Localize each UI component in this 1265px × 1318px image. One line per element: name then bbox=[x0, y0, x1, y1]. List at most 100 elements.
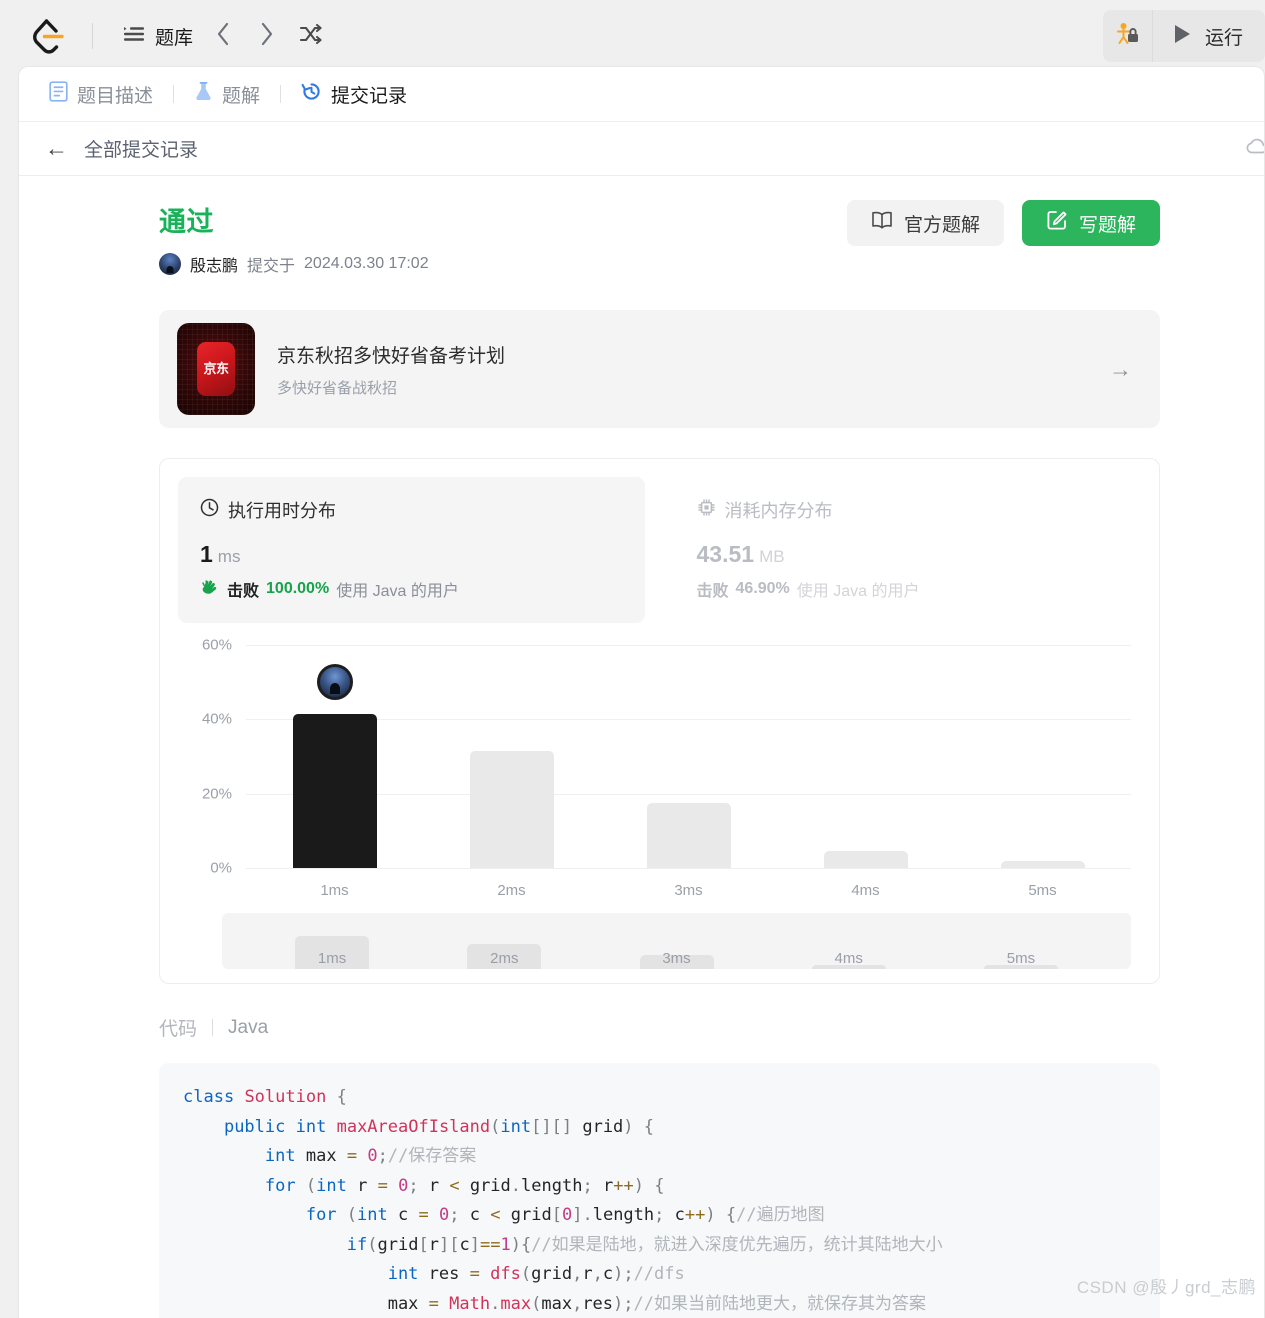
write-solution-label: 写题解 bbox=[1078, 214, 1136, 236]
chevron-left-icon bbox=[214, 21, 232, 52]
promo-banner[interactable]: 京东 京东秋招多快好省备考计划 多快好省备战秋招 → bbox=[159, 310, 1160, 428]
chart-x-tick: 2ms bbox=[497, 882, 526, 899]
submitter-username[interactable]: 殷志鹏 bbox=[190, 252, 238, 276]
runtime-value-row: 1 ms bbox=[200, 541, 623, 568]
problemset-button[interactable]: 题库 bbox=[115, 17, 201, 56]
chart-bar-column[interactable] bbox=[246, 645, 423, 868]
chevron-right-icon bbox=[258, 21, 276, 52]
tab-description[interactable]: 题目描述 bbox=[45, 79, 157, 110]
stats-tabs: 执行用时分布 1 ms 击败 100.00% 使用 Java 的用户 消耗内存分… bbox=[178, 477, 1141, 623]
description-icon bbox=[49, 81, 68, 107]
chart-x-tick: 3ms bbox=[674, 882, 703, 899]
chart-bar[interactable] bbox=[292, 713, 377, 868]
submitted-timestamp: 2024.03.30 17:02 bbox=[304, 255, 429, 272]
chart-bar[interactable] bbox=[646, 802, 731, 868]
run-button[interactable]: 运行 bbox=[1153, 10, 1265, 62]
tab-solutions[interactable]: 题解 bbox=[190, 79, 264, 110]
debug-lock-icon bbox=[1114, 21, 1140, 52]
runtime-unit: ms bbox=[217, 547, 241, 566]
tab-bar: 题目描述 题解 提交记录 bbox=[19, 67, 1264, 122]
submitter-row: 殷志鹏 提交于 2024.03.30 17:02 bbox=[159, 252, 429, 276]
brush-bar-column[interactable]: 3ms bbox=[590, 921, 762, 969]
tab-divider bbox=[173, 85, 175, 103]
user-avatar-marker bbox=[316, 663, 353, 700]
runtime-header: 执行用时分布 bbox=[200, 497, 623, 523]
chip-icon bbox=[697, 498, 716, 522]
promo-text: 京东秋招多快好省备考计划 多快好省备战秋招 bbox=[277, 341, 1109, 398]
brush-bar-column[interactable]: 4ms bbox=[763, 921, 935, 969]
clock-icon bbox=[200, 498, 219, 522]
brush-bar-column[interactable]: 1ms bbox=[246, 921, 418, 969]
brush-bar-label: 3ms bbox=[662, 950, 691, 967]
runtime-header-label: 执行用时分布 bbox=[228, 501, 336, 521]
submissions-subheader: ← 全部提交记录 bbox=[19, 122, 1264, 176]
chart-x-tick: 4ms bbox=[851, 882, 880, 899]
arrow-left-icon[interactable]: ← bbox=[45, 137, 68, 160]
official-solution-label: 官方题解 bbox=[903, 214, 980, 236]
submitted-prefix: 提交于 bbox=[247, 258, 296, 275]
write-solution-button[interactable]: 写题解 bbox=[1021, 200, 1160, 246]
chart-bar[interactable] bbox=[1000, 860, 1085, 868]
code-language[interactable]: Java bbox=[228, 1017, 268, 1039]
chart-x-tick: 1ms bbox=[320, 882, 349, 899]
verdict-block: 通过 殷志鹏 提交于 2024.03.30 17:02 bbox=[159, 200, 429, 276]
brush-bar-column[interactable]: 5ms bbox=[935, 921, 1107, 969]
chart-bar[interactable] bbox=[469, 750, 554, 868]
promo-title: 京东秋招多快好省备考计划 bbox=[277, 345, 506, 367]
code-block[interactable]: class Solution { public int maxAreaOfIsl… bbox=[159, 1063, 1160, 1318]
brush-bars: 1ms 2ms 3ms 4ms 5ms bbox=[246, 921, 1107, 969]
brush-bar-column[interactable]: 2ms bbox=[418, 921, 590, 969]
memory-stat-tab[interactable]: 消耗内存分布 43.51 MB 击败 46.90% 使用 Java 的用户 bbox=[675, 477, 1142, 623]
edit-pencil-icon bbox=[1046, 209, 1068, 237]
chart-bar-column[interactable] bbox=[954, 645, 1131, 868]
code-header-divider bbox=[212, 1019, 214, 1036]
memory-beat-row: 击败 46.90% 使用 Java 的用户 bbox=[697, 577, 1120, 601]
arrow-right-icon[interactable]: → bbox=[1109, 356, 1132, 383]
run-group: 运行 bbox=[1102, 10, 1265, 62]
memory-header-label: 消耗内存分布 bbox=[724, 501, 833, 521]
brush-bar-label: 1ms bbox=[317, 950, 347, 967]
memory-beat-suffix: 使用 Java 的用户 bbox=[796, 583, 920, 600]
tab-submissions[interactable]: 提交记录 bbox=[297, 79, 411, 110]
runtime-distribution-chart: 0% 20% 40% 60% 1ms 2ms 3ms 4ms 5ms bbox=[178, 633, 1141, 913]
runtime-beat-suffix: 使用 Java 的用户 bbox=[336, 583, 459, 600]
prev-problem-button[interactable] bbox=[201, 16, 245, 56]
memory-beat-percent: 46.90% bbox=[735, 580, 790, 597]
top-header-bar: 题库 运行 bbox=[0, 0, 1265, 72]
list-icon bbox=[123, 24, 145, 49]
chart-bar-column[interactable] bbox=[777, 645, 954, 868]
submission-actions: 官方题解 写题解 bbox=[846, 200, 1160, 246]
submission-status-row: 通过 殷志鹏 提交于 2024.03.30 17:02 官方题解 写题解 bbox=[159, 200, 1160, 276]
book-icon bbox=[871, 210, 893, 236]
tab-solutions-label: 题解 bbox=[222, 85, 261, 107]
header-nav-group: 题库 bbox=[115, 16, 333, 56]
random-problem-button[interactable] bbox=[289, 16, 333, 56]
tab-divider bbox=[280, 85, 282, 103]
chart-range-brush[interactable]: 1ms 2ms 3ms 4ms 5ms bbox=[222, 913, 1131, 969]
all-submissions-link[interactable]: 全部提交记录 bbox=[84, 135, 198, 162]
official-solution-button[interactable]: 官方题解 bbox=[846, 200, 1004, 246]
header-divider bbox=[92, 23, 93, 49]
code-section-header: 代码 Java bbox=[159, 1014, 1160, 1041]
promo-thumbnail: 京东 bbox=[177, 323, 255, 415]
main-panel: 题目描述 题解 提交记录 ← 全部提交记录 通过 殷志鹏 提交于 2024.03… bbox=[18, 66, 1265, 1318]
avatar[interactable] bbox=[159, 253, 181, 275]
memory-value: 43.51 bbox=[696, 541, 755, 567]
chart-plot-area: 0% 20% 40% 60% bbox=[202, 637, 1131, 877]
debug-button[interactable] bbox=[1103, 10, 1153, 62]
stats-card: 执行用时分布 1 ms 击败 100.00% 使用 Java 的用户 消耗内存分… bbox=[159, 458, 1160, 984]
cloud-icon[interactable] bbox=[1244, 135, 1264, 162]
next-problem-button[interactable] bbox=[245, 16, 289, 56]
chart-bar[interactable] bbox=[823, 851, 908, 868]
brush-bar-label: 4ms bbox=[834, 950, 863, 967]
chart-bar-column[interactable] bbox=[423, 645, 600, 868]
flask-icon bbox=[194, 81, 213, 107]
problemset-label: 题库 bbox=[155, 27, 194, 49]
play-icon bbox=[1171, 23, 1193, 50]
tab-description-label: 题目描述 bbox=[77, 85, 154, 107]
leetcode-logo[interactable] bbox=[30, 15, 70, 57]
chart-bar-column[interactable] bbox=[600, 645, 777, 868]
runtime-stat-tab[interactable]: 执行用时分布 1 ms 击败 100.00% 使用 Java 的用户 bbox=[178, 477, 645, 623]
promo-badge-label: 京东 bbox=[197, 342, 235, 396]
history-icon bbox=[301, 81, 322, 107]
